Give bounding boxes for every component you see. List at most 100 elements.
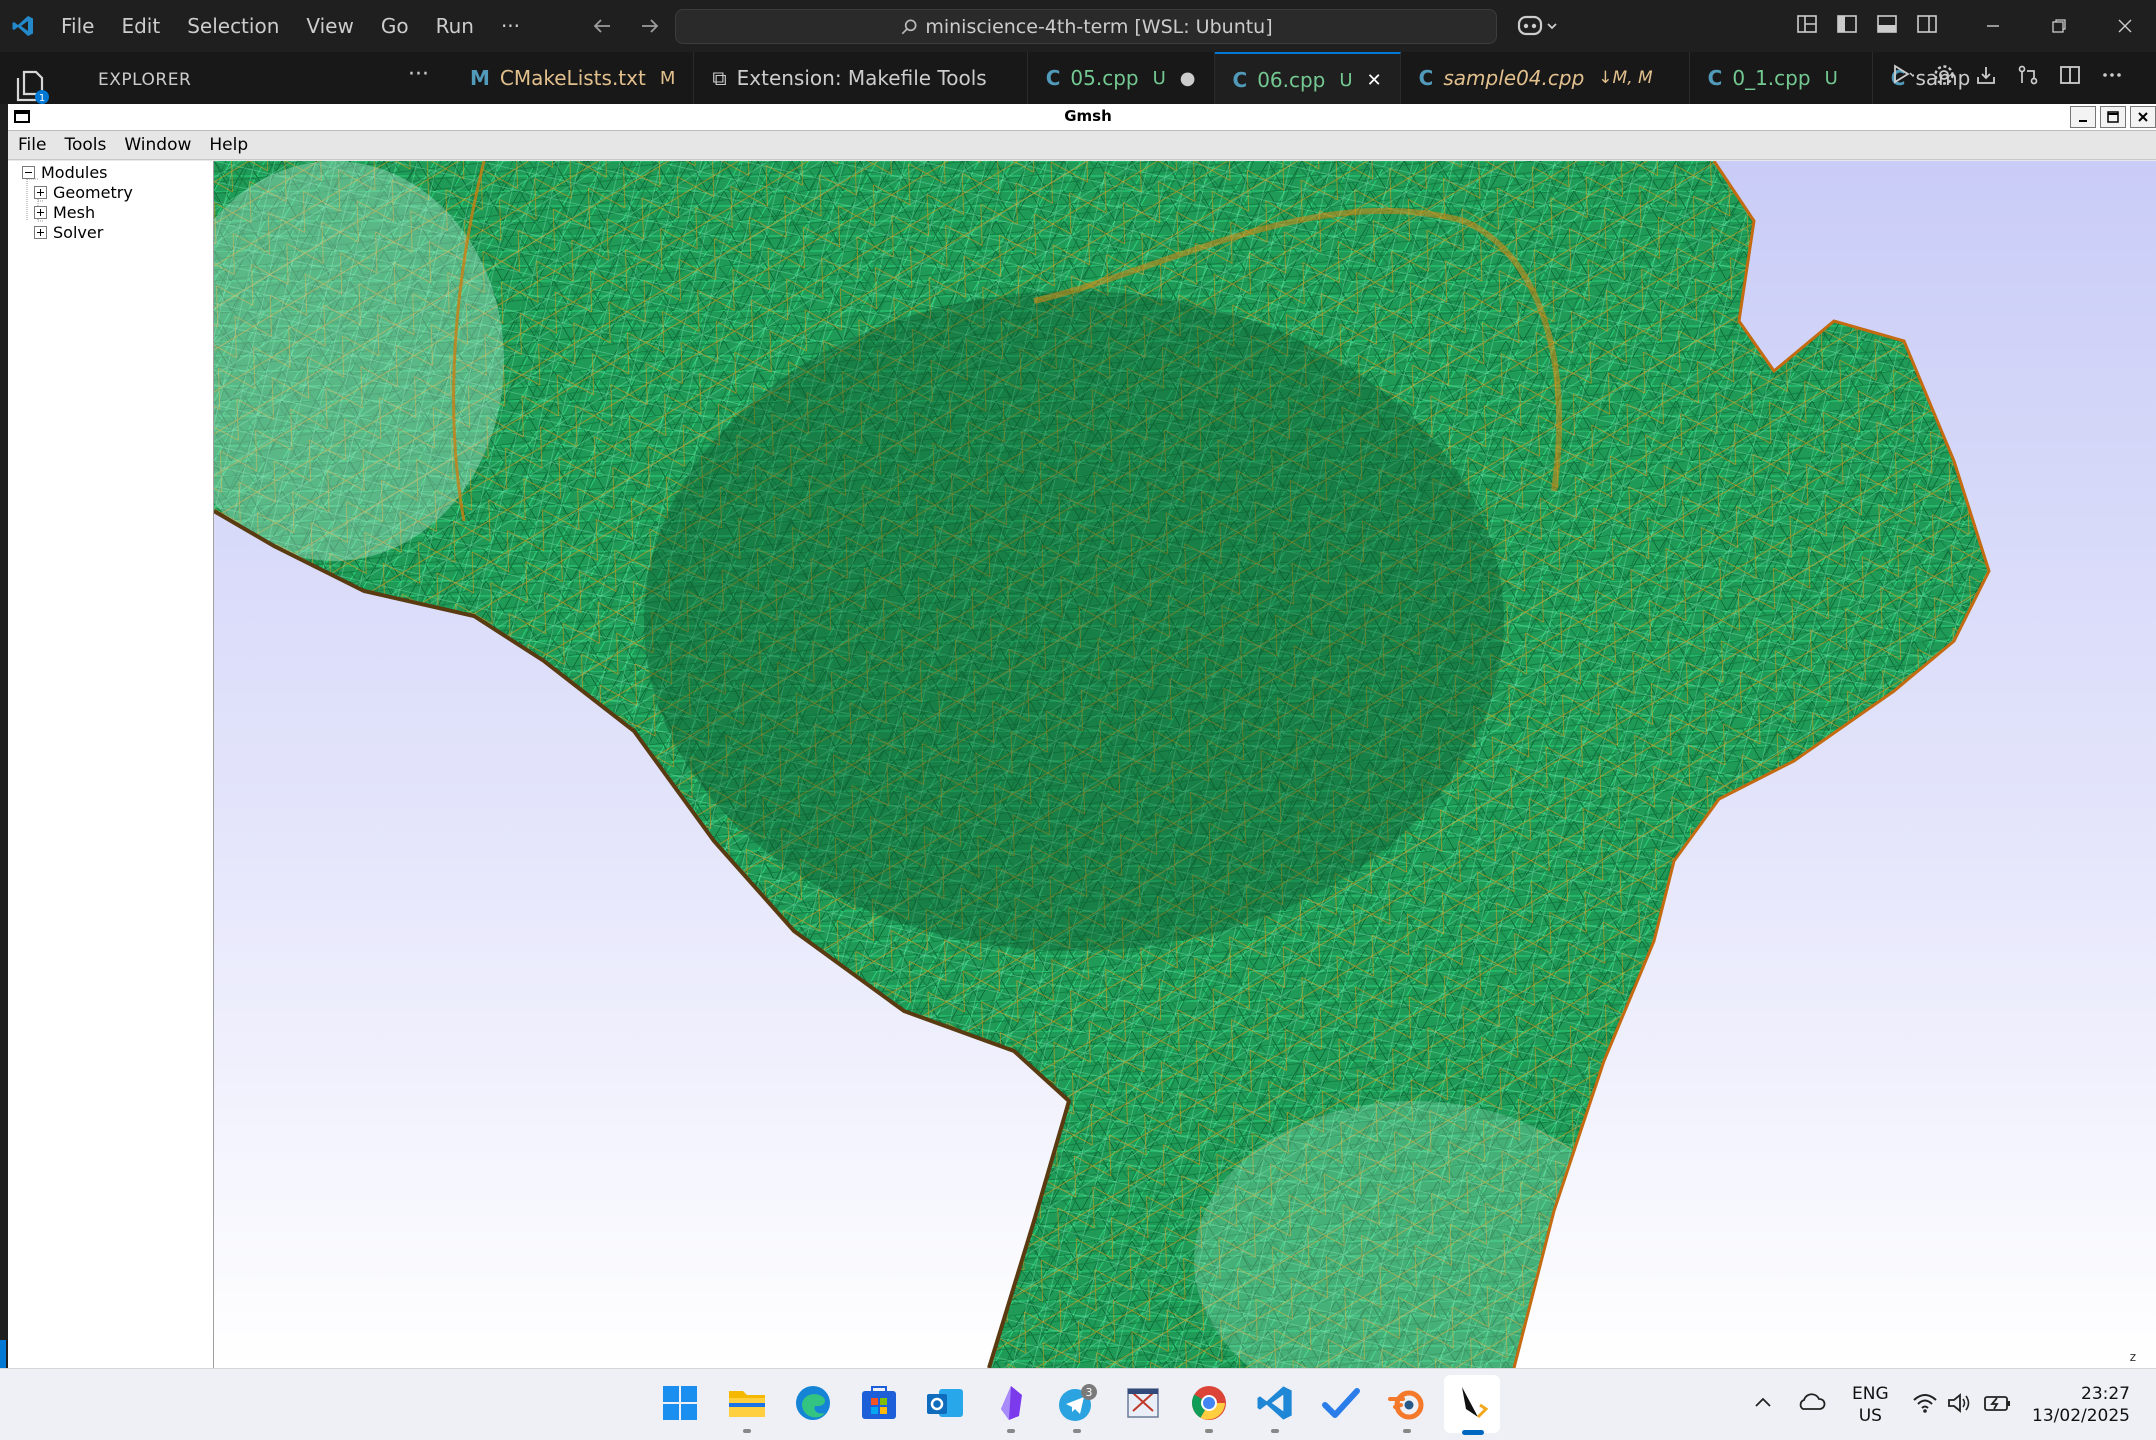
tree-node-geometry[interactable]: Geometry	[34, 183, 133, 202]
tab-badge: U	[1339, 69, 1353, 91]
obsidian-icon[interactable]	[991, 1383, 1031, 1423]
chrome-icon[interactable]	[1189, 1383, 1229, 1423]
windows-start-icon[interactable]	[660, 1383, 700, 1423]
tab-cmakelists[interactable]: M CMakeLists.txt M	[452, 52, 695, 104]
language-code: ENG	[1852, 1384, 1889, 1404]
tab-05-cpp[interactable]: C 05.cpp U ●	[1027, 52, 1215, 104]
gmsh-minimize-button[interactable]	[2070, 106, 2096, 128]
snipping-icon[interactable]	[1123, 1383, 1163, 1423]
wifi-icon[interactable]	[1912, 1391, 1938, 1415]
menu-view[interactable]: View	[306, 14, 353, 38]
toggle-primary-sidebar-icon[interactable]	[1836, 13, 1858, 35]
close-icon	[2118, 19, 2132, 33]
minimize-button[interactable]	[1960, 0, 2026, 52]
menu-more[interactable]: ···	[501, 14, 520, 38]
editor-tabs: M CMakeLists.txt M ⧉ Extension: Makefile…	[452, 52, 1989, 106]
tab-makefile-tools[interactable]: ⧉ Extension: Makefile Tools	[694, 52, 1028, 104]
menu-file[interactable]: File	[61, 14, 94, 38]
run-debug-icon[interactable]	[1890, 62, 1914, 88]
volume-icon[interactable]	[1946, 1391, 1972, 1415]
store-icon[interactable]	[859, 1383, 899, 1423]
customize-layout-icon[interactable]	[1796, 13, 1818, 35]
toggle-panel-icon[interactable]	[1876, 13, 1898, 35]
battery-charging-icon[interactable]	[1983, 1391, 2013, 1415]
more-actions-icon[interactable]	[2100, 62, 2124, 88]
tab-0-1-cpp[interactable]: C 0_1.cpp U	[1689, 52, 1873, 104]
settings-gear-icon[interactable]	[1932, 62, 1956, 88]
telegram-icon[interactable]: 3	[1057, 1383, 1097, 1423]
toggle-secondary-sidebar-icon[interactable]	[1916, 13, 1938, 35]
vscode-logo-icon	[12, 16, 33, 36]
edge-icon[interactable]	[793, 1383, 833, 1423]
explorer-title: EXPLORER	[98, 70, 192, 90]
gmsh-icon[interactable]	[1452, 1383, 1492, 1423]
explorer-more-button[interactable]: ···	[408, 62, 429, 87]
forward-arrow-icon[interactable]	[638, 12, 662, 40]
gmsh-menu-help[interactable]: Help	[209, 135, 248, 155]
back-arrow-icon[interactable]	[590, 12, 614, 40]
workspace-name: miniscience-4th-term [WSL: Ubuntu]	[925, 15, 1273, 38]
vscode-icon[interactable]	[1255, 1383, 1295, 1423]
gmsh-3d-viewport[interactable]: z	[214, 161, 2156, 1368]
tree-node-solver[interactable]: Solver	[34, 223, 103, 242]
close-icon	[2138, 112, 2148, 122]
mesh-render	[214, 161, 1991, 1368]
vscode-menubar: File Edit Selection View Go Run ···	[61, 0, 547, 52]
copilot-icon[interactable]	[1516, 12, 1560, 40]
gmsh-close-button[interactable]	[2130, 106, 2156, 128]
restore-button[interactable]	[2026, 0, 2092, 52]
menu-edit[interactable]: Edit	[121, 14, 160, 38]
tree-label: Solver	[53, 223, 104, 242]
file-explorer-icon[interactable]	[727, 1383, 767, 1423]
close-window-button[interactable]	[2092, 0, 2156, 52]
collapse-toggle-icon[interactable]	[22, 166, 35, 179]
gmsh-window: Gmsh File Tools Window Help Modules Geom…	[8, 104, 2156, 1368]
gmsh-titlebar[interactable]: Gmsh	[8, 104, 2156, 131]
expand-toggle-icon[interactable]	[34, 186, 47, 199]
language-indicator[interactable]: ENG US	[1852, 1383, 1889, 1427]
tab-06-cpp[interactable]: C 06.cpp U ✕	[1214, 52, 1401, 106]
onedrive-cloud-icon[interactable]	[1796, 1389, 1826, 1415]
tree-label: Modules	[41, 163, 108, 182]
cpp-file-icon: C	[1232, 68, 1248, 92]
restore-icon	[2052, 19, 2066, 33]
gmsh-menu-file[interactable]: File	[18, 135, 46, 155]
outlook-icon[interactable]	[925, 1383, 965, 1423]
explorer-files-icon[interactable]: 1	[12, 66, 52, 106]
tree-node-mesh[interactable]: Mesh	[34, 203, 95, 222]
tab-badge: U	[1152, 67, 1166, 89]
todo-icon[interactable]	[1321, 1383, 1361, 1423]
blender-icon[interactable]	[1387, 1383, 1427, 1423]
system-clock[interactable]: 23:27 13/02/2025	[2030, 1383, 2130, 1427]
menu-go[interactable]: Go	[381, 14, 409, 38]
tab-badge: ↓M, M	[1598, 68, 1653, 88]
running-indicator	[1007, 1429, 1015, 1433]
source-control-icon[interactable]	[2016, 62, 2040, 88]
region-code: US	[1858, 1406, 1882, 1426]
tree-label: Geometry	[53, 183, 133, 202]
gmsh-menu-tools[interactable]: Tools	[64, 135, 106, 155]
module-tree: Modules Geometry Mesh Solver	[8, 161, 215, 1368]
clock-date: 13/02/2025	[2032, 1406, 2130, 1426]
close-tab-icon[interactable]: ✕	[1367, 70, 1382, 91]
chevron-up-icon[interactable]	[1752, 1391, 1774, 1413]
tree-node-modules[interactable]: Modules	[22, 163, 108, 182]
menu-selection[interactable]: Selection	[187, 14, 279, 38]
expand-toggle-icon[interactable]	[34, 206, 47, 219]
unsaved-dot-icon[interactable]: ●	[1180, 68, 1196, 89]
running-indicator	[1271, 1429, 1279, 1433]
tree-label: Mesh	[53, 203, 96, 222]
gmsh-maximize-button[interactable]	[2100, 106, 2126, 128]
menu-run[interactable]: Run	[436, 14, 474, 38]
expand-toggle-icon[interactable]	[34, 226, 47, 239]
command-center-search[interactable]: miniscience-4th-term [WSL: Ubuntu]	[675, 9, 1497, 44]
download-tray-icon[interactable]	[1974, 62, 1998, 88]
gmsh-menu-window[interactable]: Window	[124, 135, 191, 155]
running-indicator	[1073, 1429, 1081, 1433]
activity-badge: 1	[39, 93, 45, 104]
split-editor-icon[interactable]	[2058, 62, 2082, 88]
search-icon	[902, 19, 917, 34]
running-indicator	[1205, 1429, 1213, 1433]
cpp-file-icon: C	[1418, 66, 1434, 90]
tab-sample04-cpp[interactable]: C sample04.cpp ↓M, M	[1400, 52, 1690, 104]
